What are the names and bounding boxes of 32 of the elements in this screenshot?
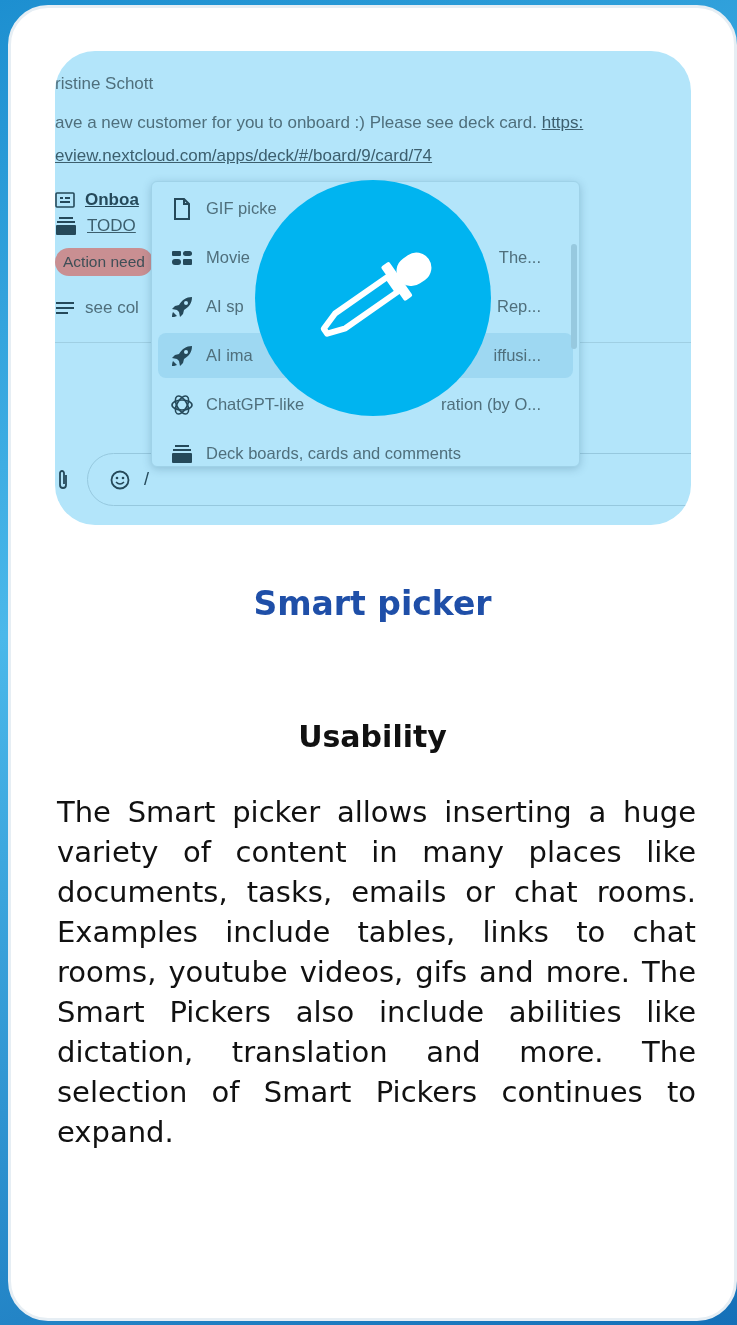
menu-item-label: The... — [498, 248, 541, 267]
menu-item-label[interactable]: ChatGPT-like — [206, 395, 305, 414]
menu-item-label: iffusi... — [493, 346, 541, 365]
paperclip-icon[interactable] — [57, 468, 69, 491]
menu-item-label: AI ima — [206, 346, 253, 365]
description-icon — [55, 301, 75, 315]
rocket-icon — [171, 344, 193, 367]
emoji-icon[interactable] — [110, 469, 130, 490]
stack-icon — [171, 443, 193, 464]
rocket-icon — [171, 295, 193, 318]
menu-item-label[interactable]: Movie — [206, 248, 250, 267]
message-link[interactable]: https: — [541, 113, 584, 132]
menu-item-label[interactable]: GIF picke — [206, 199, 277, 218]
menu-item-label: ration (by O... — [441, 395, 541, 414]
menu-item-label[interactable]: AI sp — [206, 297, 244, 316]
description-paragraph: The Smart picker allows inserting a huge variety of content in many places like documents, tasks, emails or chat rooms. Examples include tables, links to chat rooms, youtube videos, gifs and more. The Smart Pickers also include abilities like dictation, translation and more. The selection of Smart Pickers continues to expand. — [57, 794, 696, 1151]
author-name: ristine Schott — [55, 73, 155, 95]
message-text: ave a new customer for you to onboard :) Please see deck card. — [55, 113, 537, 132]
movie-database-icon — [171, 249, 193, 266]
card-icon — [55, 192, 75, 208]
description-text: see col — [85, 298, 139, 318]
label-tag: Action need — [55, 248, 153, 276]
menu-item-label: Rep... — [496, 297, 541, 316]
message-link[interactable]: eview.nextcloud.com/apps/deck/#/board/9/card/74 — [55, 146, 433, 165]
stack-icon — [55, 216, 77, 236]
section-heading: Usability — [297, 719, 448, 754]
list-link[interactable]: TODO — [87, 216, 136, 236]
card-title[interactable]: Onboa — [85, 190, 139, 210]
scrollbar[interactable] — [571, 244, 577, 349]
feature-title: Smart picker — [252, 584, 493, 623]
knot-logo-icon — [170, 392, 194, 417]
file-icon — [173, 197, 191, 220]
